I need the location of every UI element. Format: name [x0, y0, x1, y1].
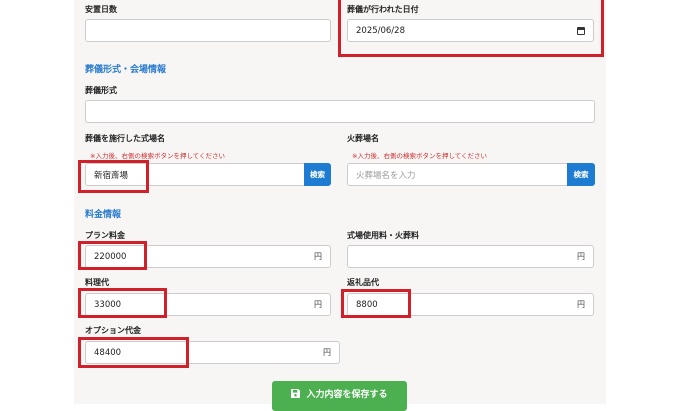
highlight-box: [338, 0, 604, 57]
section-venue-info: 葬儀形式・会場情報: [85, 65, 167, 75]
venue-search-button[interactable]: 検索: [304, 163, 331, 186]
yen-unit: 円: [577, 252, 585, 261]
floppy-disk-icon: [291, 388, 301, 398]
funeral-type-input[interactable]: [85, 100, 595, 123]
crematorium-input[interactable]: 火葬場名を入力: [347, 163, 568, 186]
save-button[interactable]: 入力内容を保存する: [272, 381, 407, 411]
anchi-days-input[interactable]: [85, 19, 331, 42]
food-fee-label: 料理代: [85, 278, 109, 287]
anchi-days-label: 安置日数: [85, 5, 117, 14]
gift-fee-label: 返礼品代: [347, 278, 379, 287]
plan-fee-label: プラン料金: [85, 231, 125, 240]
option-fee-label: オプション代金: [85, 326, 141, 335]
highlight-box: [341, 289, 411, 318]
crematorium-note: ※入力後、右側の検索ボタンを押してください: [352, 152, 488, 160]
yen-unit: 円: [323, 348, 331, 357]
yen-unit: 円: [577, 300, 585, 309]
venue-fee-label: 式場使用料・火葬料: [347, 231, 419, 240]
section-fee-info: 料金情報: [85, 210, 122, 220]
crematorium-search-button[interactable]: 検索: [567, 163, 595, 186]
crematorium-label: 火葬場名: [347, 134, 379, 143]
venue-fee-input[interactable]: 円: [347, 245, 594, 268]
venue-note: ※入力後、右側の検索ボタンを押してください: [90, 152, 226, 160]
yen-unit: 円: [314, 252, 322, 261]
save-button-label: 入力内容を保存する: [306, 389, 388, 400]
yen-unit: 円: [314, 300, 322, 309]
highlight-box: [78, 288, 167, 318]
funeral-type-label: 葬儀形式: [85, 86, 117, 95]
venue-label: 葬儀を施行した式場名: [85, 134, 165, 143]
highlight-box: [78, 160, 149, 193]
highlight-box: [78, 241, 147, 270]
highlight-box: [78, 337, 189, 368]
